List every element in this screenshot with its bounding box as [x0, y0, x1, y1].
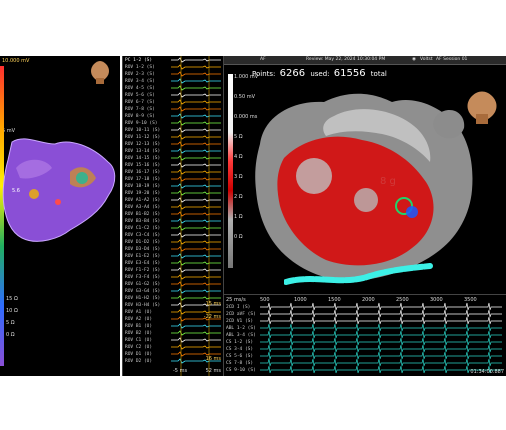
ecg-trace: [260, 323, 502, 332]
mid-footer-right: 52 ms: [205, 368, 221, 374]
electrogram-trace: [171, 288, 221, 294]
electrogram-trace: [171, 253, 221, 259]
electrogram-trace: [171, 330, 221, 336]
map-color-bar: [228, 74, 233, 268]
color-bar-label: 5 Ω: [234, 134, 243, 140]
svg-text:5.6: 5.6: [12, 188, 20, 194]
electrogram-trace: [171, 260, 221, 266]
voice-icon[interactable]: ◉: [412, 57, 416, 62]
torso-orientation-icon-right[interactable]: [462, 90, 502, 124]
ecg-trace: [260, 358, 502, 367]
color-bar-label: 1 Ω: [234, 214, 243, 220]
electrogram-trace: [171, 71, 221, 77]
mapping-system-screen: 10.000 mV 5 mV 5.6 15 Ω 10 Ω 5 Ω 0 Ω PC …: [0, 0, 506, 430]
electrogram-trace: [171, 295, 221, 301]
electrogram-trace: [171, 176, 221, 182]
electrogram-trace: [171, 155, 221, 161]
electrogram-trace: [171, 218, 221, 224]
ecg-panel: 25 ms/s 500 1000 1500 2000 2500 3000 3500 2CD …: [224, 294, 506, 376]
electrogram-trace: [171, 169, 221, 175]
electrogram-trace: [171, 281, 221, 287]
mid-footer-left: -5 ms: [173, 368, 188, 374]
electrogram-trace: [171, 274, 221, 280]
electrogram-trace: [171, 85, 221, 91]
ecg-time-readout: 01:34:00.887: [470, 369, 504, 375]
electrogram-trace: [171, 246, 221, 252]
electrogram-trace: [171, 267, 221, 273]
electrogram-trace: [171, 211, 221, 217]
ecg-trace: [260, 330, 502, 339]
ecg-trace: [260, 316, 502, 325]
electrogram-trace: [171, 190, 221, 196]
color-bar-label: 2 Ω: [234, 194, 243, 200]
electrogram-trace: [171, 141, 221, 147]
color-bar-label: 4 Ω: [234, 154, 243, 160]
ecg-trace: [260, 344, 502, 353]
right-3d-map-panel: AF Review: May 22, 2024 10:30:04 PM ◉ Vo…: [224, 56, 506, 376]
ecg-trace: [260, 351, 502, 360]
side-note-2: -22 ms: [203, 314, 221, 320]
electrogram-trace: [171, 162, 221, 168]
electrogram-trace: [171, 78, 221, 84]
electrogram-trace: [171, 106, 221, 112]
electrogram-trace: [171, 127, 221, 133]
right-header-bar: AF Review: May 22, 2024 10:30:04 PM ◉ Vo…: [224, 56, 506, 65]
electrogram-trace: [171, 323, 221, 329]
header-session: AF Session 01: [436, 57, 468, 62]
side-note-3: 16 ms: [205, 356, 221, 362]
ecg-trace: [260, 309, 502, 318]
left-voltage-map[interactable]: 5.6: [0, 134, 120, 334]
electrogram-trace: [171, 239, 221, 245]
electrogram-trace: [171, 57, 221, 63]
color-bar-label: 3 Ω: [234, 174, 243, 180]
electrogram-trace: [171, 134, 221, 140]
electrogram-waveforms: [171, 56, 221, 376]
electrogram-trace: [171, 232, 221, 238]
electrogram-list-panel: PC 1-2 (S) ROV 1-2 (S) ROV 2-3 (S) ROV 3-4 …: [122, 56, 224, 376]
ecg-trace: [260, 302, 502, 311]
header-mode: AF: [260, 57, 266, 62]
electrogram-trace: [171, 204, 221, 210]
catheter-path-cyan: [284, 263, 433, 285]
ecg-trace: [260, 337, 502, 346]
left-top-label: 10.000 mV: [2, 58, 30, 64]
color-bar-label: 0 Ω: [234, 234, 243, 240]
torso-orientation-icon[interactable]: [86, 60, 114, 84]
electrogram-trace: [171, 120, 221, 126]
electrogram-trace: [171, 225, 221, 231]
electrogram-trace: [171, 344, 221, 350]
side-note-1: 15 ms: [205, 301, 221, 307]
electrogram-trace: [171, 99, 221, 105]
electrogram-trace: [171, 197, 221, 203]
electrogram-trace: [171, 148, 221, 154]
electrogram-trace: [171, 183, 221, 189]
electrogram-trace: [171, 113, 221, 119]
header-mode-label: Voltst: [420, 57, 433, 62]
electrogram-trace: [171, 337, 221, 343]
ecg-trace: [260, 365, 502, 374]
header-review-time: Review: May 22, 2024 10:30:04 PM: [306, 57, 386, 62]
electrogram-trace: [171, 92, 221, 98]
left-voltage-map-panel: 10.000 mV 5 mV 5.6 15 Ω 10 Ω 5 Ω 0 Ω: [0, 56, 120, 376]
ecg-waveforms: [260, 302, 502, 374]
electrogram-trace: [171, 64, 221, 70]
svg-text:8 g: 8 g: [380, 176, 396, 187]
